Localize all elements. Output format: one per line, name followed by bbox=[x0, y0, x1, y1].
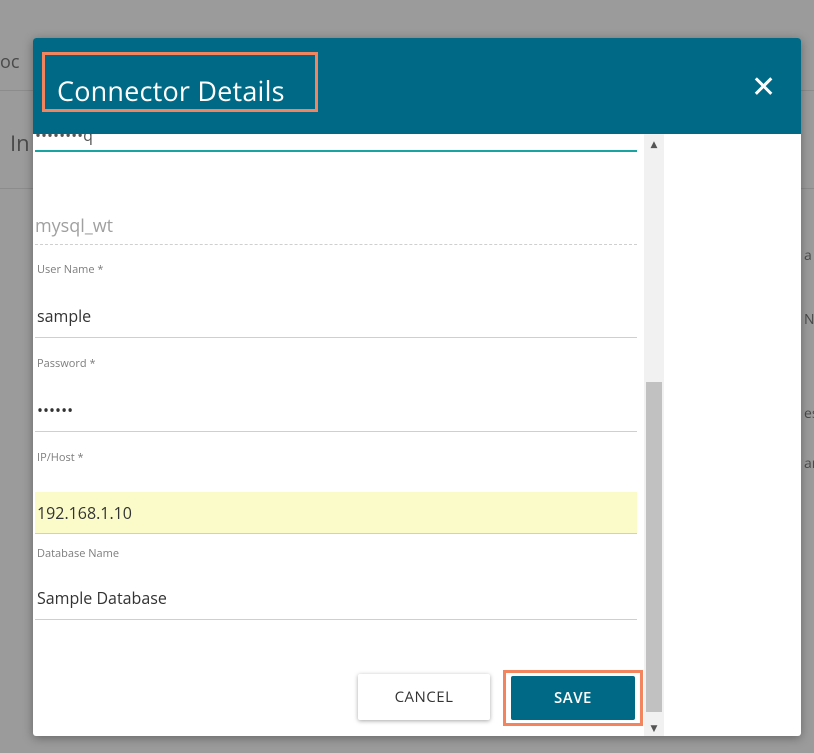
bg-text: a bbox=[804, 246, 812, 265]
bg-text: es bbox=[804, 404, 814, 423]
username-input[interactable] bbox=[35, 294, 637, 338]
modal-title: Connector Details bbox=[57, 72, 285, 109]
password-field: Password * bbox=[35, 356, 637, 371]
bg-text: oc bbox=[0, 50, 20, 74]
partially-visible-field[interactable]: ••••••••q bbox=[35, 134, 637, 152]
dashed-divider bbox=[35, 244, 637, 245]
bg-text: In bbox=[10, 128, 30, 158]
save-button[interactable]: SAVE bbox=[511, 676, 635, 720]
save-highlight-box: SAVE bbox=[503, 670, 643, 726]
connector-name-value: mysql_wt bbox=[35, 214, 114, 238]
database-name-label: Database Name bbox=[37, 546, 120, 561]
cancel-button[interactable]: CANCEL bbox=[358, 674, 490, 720]
bg-text: an bbox=[804, 454, 814, 473]
ip-host-field: IP/Host * bbox=[35, 450, 637, 465]
form-area: ••••••••q mysql_wt User Name * Password … bbox=[33, 134, 673, 736]
scroll-thumb[interactable] bbox=[646, 382, 662, 712]
modal-header: Connector Details ✕ bbox=[33, 38, 801, 134]
password-label: Password * bbox=[37, 356, 96, 371]
username-field: User Name * bbox=[35, 262, 637, 277]
ip-host-input[interactable] bbox=[35, 492, 637, 534]
connector-details-modal: Connector Details ✕ ••••••••q mysql_wt U… bbox=[33, 38, 801, 736]
password-input[interactable] bbox=[35, 388, 637, 432]
scroll-down-arrow-icon[interactable]: ▼ bbox=[644, 720, 664, 736]
scroll-up-arrow-icon[interactable]: ▲ bbox=[644, 136, 664, 152]
scrollbar[interactable]: ▲ ▼ bbox=[644, 134, 664, 736]
ip-host-label: IP/Host * bbox=[37, 450, 84, 465]
database-name-input[interactable] bbox=[35, 576, 637, 620]
username-label: User Name * bbox=[37, 262, 104, 277]
close-icon[interactable]: ✕ bbox=[751, 71, 776, 101]
bg-text: Na bbox=[804, 310, 814, 329]
database-name-field: Database Name bbox=[35, 546, 637, 561]
